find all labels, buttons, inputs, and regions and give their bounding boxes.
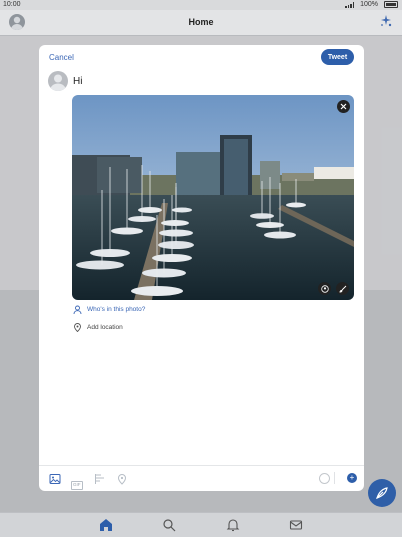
attached-photo[interactable] xyxy=(72,95,354,300)
page-title: Home xyxy=(188,17,214,27)
tag-people-button[interactable] xyxy=(318,282,331,295)
signal-icon xyxy=(345,1,355,8)
notifications-tab-icon[interactable] xyxy=(226,518,240,532)
add-tweet-button[interactable]: + xyxy=(347,473,357,483)
add-location-label: Add location xyxy=(87,324,123,331)
gif-button[interactable]: GIF xyxy=(71,473,83,490)
status-time: 10:00 xyxy=(3,1,21,8)
user-avatar xyxy=(48,71,68,91)
tweet-text-input[interactable]: Hi xyxy=(73,76,82,87)
status-bar: 10:00 100% xyxy=(0,0,402,10)
person-circle-icon xyxy=(320,284,329,293)
tweet-button[interactable]: Tweet xyxy=(321,49,354,65)
image-icon[interactable] xyxy=(49,472,61,484)
add-location-link[interactable]: Add location xyxy=(73,323,123,332)
sparkle-icon[interactable] xyxy=(380,15,392,30)
plus-icon: + xyxy=(349,473,355,482)
compose-modal: Cancel Tweet Hi Who's in this photo? Add… xyxy=(39,45,364,491)
harbor-photo-image xyxy=(72,95,354,300)
close-icon xyxy=(340,103,347,110)
compose-fab[interactable] xyxy=(368,479,396,507)
gif-icon: GIF xyxy=(71,481,83,490)
remove-photo-button[interactable] xyxy=(337,100,350,113)
tab-bar xyxy=(0,512,402,537)
compose-toolbar: GIF + xyxy=(39,465,364,491)
home-tab-icon[interactable] xyxy=(99,518,113,532)
toolbar-divider xyxy=(334,472,335,484)
cancel-button[interactable]: Cancel xyxy=(49,53,74,62)
poll-icon[interactable] xyxy=(94,472,106,484)
location-icon[interactable] xyxy=(116,472,128,485)
edit-photo-button[interactable] xyxy=(336,282,349,295)
location-pin-icon xyxy=(74,323,81,332)
character-counter xyxy=(319,473,330,484)
battery-icon xyxy=(384,1,398,8)
person-icon xyxy=(73,305,82,314)
messages-tab-icon[interactable] xyxy=(289,518,303,532)
app-header: Home xyxy=(0,10,402,36)
feather-icon xyxy=(376,487,388,499)
battery-label: 100% xyxy=(360,1,378,8)
brush-icon xyxy=(339,285,346,292)
tag-people-link[interactable]: Who's in this photo? xyxy=(73,305,145,314)
search-tab-icon[interactable] xyxy=(162,518,176,532)
who-in-photo-label: Who's in this photo? xyxy=(87,306,146,313)
